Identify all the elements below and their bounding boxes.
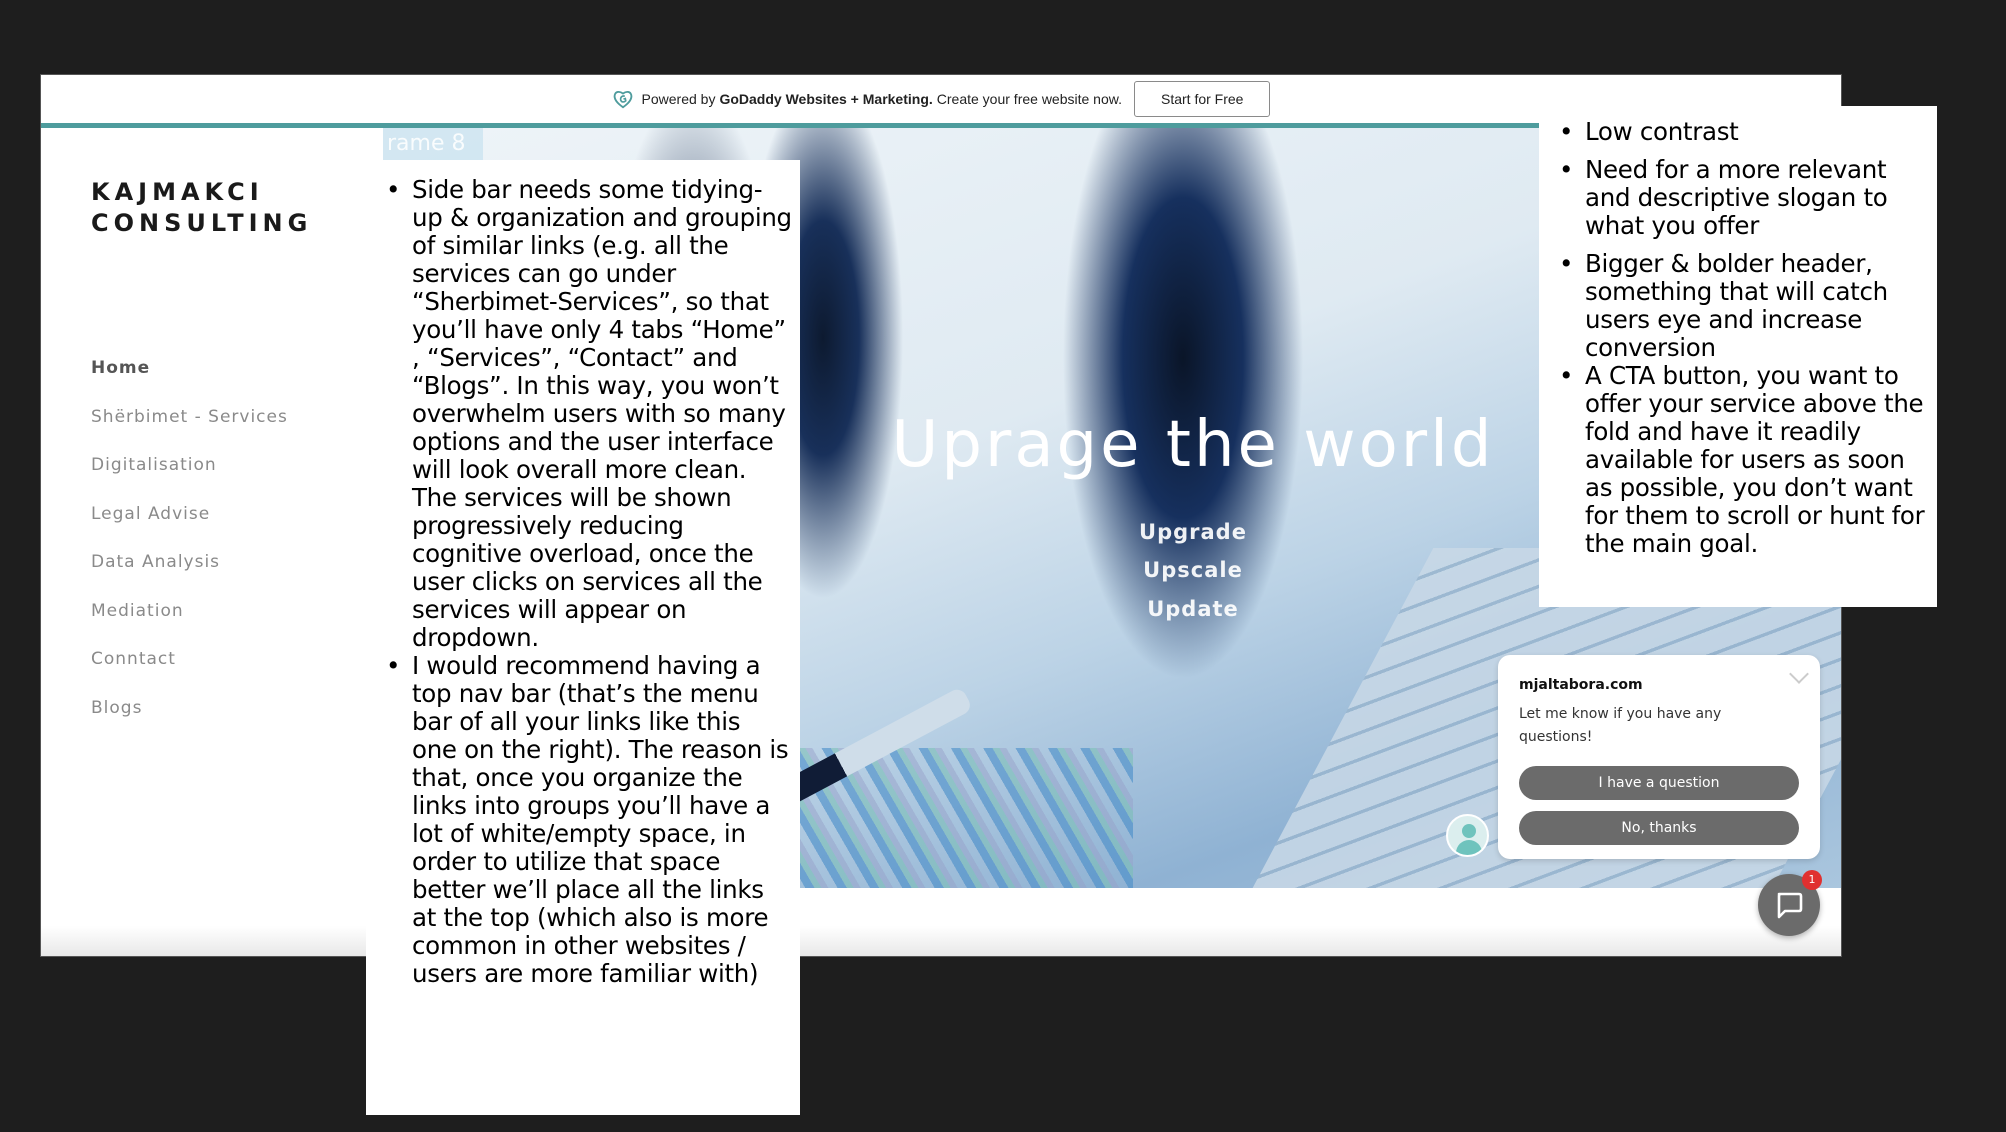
powered-suffix: Create your free website now. xyxy=(936,91,1122,107)
chevron-down-icon[interactable] xyxy=(1789,664,1809,684)
feedback-note-right: Low contrast Need for a more relevant an… xyxy=(1539,106,1937,607)
note-cta-button: A CTA button, you want to offer your ser… xyxy=(1547,362,1929,558)
powered-prefix: Powered by xyxy=(641,91,716,107)
sidebar-item-home[interactable]: Home xyxy=(91,357,288,406)
no-thanks-button[interactable]: No, thanks xyxy=(1519,811,1799,845)
sidebar-item-blogs[interactable]: Blogs xyxy=(91,697,288,746)
sidebar-item-contact[interactable]: Conntact xyxy=(91,648,288,697)
hero-subtitle-update: Update xyxy=(1147,597,1239,621)
page-footer-fade xyxy=(41,926,1841,956)
note-low-contrast: Low contrast xyxy=(1547,118,1929,147)
brand-line-2: CONSULTING xyxy=(91,209,313,237)
note-sidebar-organization: Side bar needs some tidying-up & organiz… xyxy=(374,176,792,652)
chat-agent-avatar xyxy=(1446,814,1489,857)
feedback-note-left: Side bar needs some tidying-up & organiz… xyxy=(366,160,800,1115)
site-logo[interactable]: KAJMAKCI CONSULTING xyxy=(91,177,312,239)
chat-open-button[interactable]: 1 xyxy=(1758,870,1822,936)
frame-label: rame 8 xyxy=(383,128,483,160)
godaddy-brand: GoDaddy Websites + Marketing. xyxy=(719,91,933,107)
sidebar-item-legal-advise[interactable]: Legal Advise xyxy=(91,503,288,552)
sidebar-item-mediation[interactable]: Mediation xyxy=(91,600,288,649)
hero-subtitle-upgrade: Upgrade xyxy=(1139,520,1247,544)
avatar-head xyxy=(1462,824,1476,838)
chat-bubble-icon xyxy=(1777,892,1803,919)
chat-site-name: mjaltabora.com xyxy=(1519,677,1643,693)
sidebar-item-services[interactable]: Shërbimet - Services xyxy=(91,406,288,455)
chat-message: Let me know if you have any questions! xyxy=(1519,706,1722,745)
sidebar-nav: Home Shërbimet - Services Digitalisation… xyxy=(91,357,288,745)
hero-title: Uprage the world xyxy=(891,408,1495,482)
godaddy-heart-icon xyxy=(613,90,632,109)
start-for-free-button[interactable]: Start for Free xyxy=(1133,81,1271,117)
note-header: Bigger & bolder header, something that w… xyxy=(1547,250,1929,362)
have-question-button[interactable]: I have a question xyxy=(1519,766,1799,800)
brand-line-1: KAJMAKCI xyxy=(91,178,264,206)
avatar-body xyxy=(1456,840,1482,855)
note-slogan: Need for a more relevant and descriptive… xyxy=(1547,156,1929,240)
note-top-nav-bar: I would recommend having a top nav bar (… xyxy=(374,652,792,988)
sidebar-item-data-analysis[interactable]: Data Analysis xyxy=(91,551,288,600)
chat-popup: mjaltabora.com Let me know if you have a… xyxy=(1498,655,1820,859)
hero-subtitle-upscale: Upscale xyxy=(1143,558,1243,582)
sidebar-item-digitalisation[interactable]: Digitalisation xyxy=(91,454,288,503)
notification-badge: 1 xyxy=(1802,870,1822,890)
